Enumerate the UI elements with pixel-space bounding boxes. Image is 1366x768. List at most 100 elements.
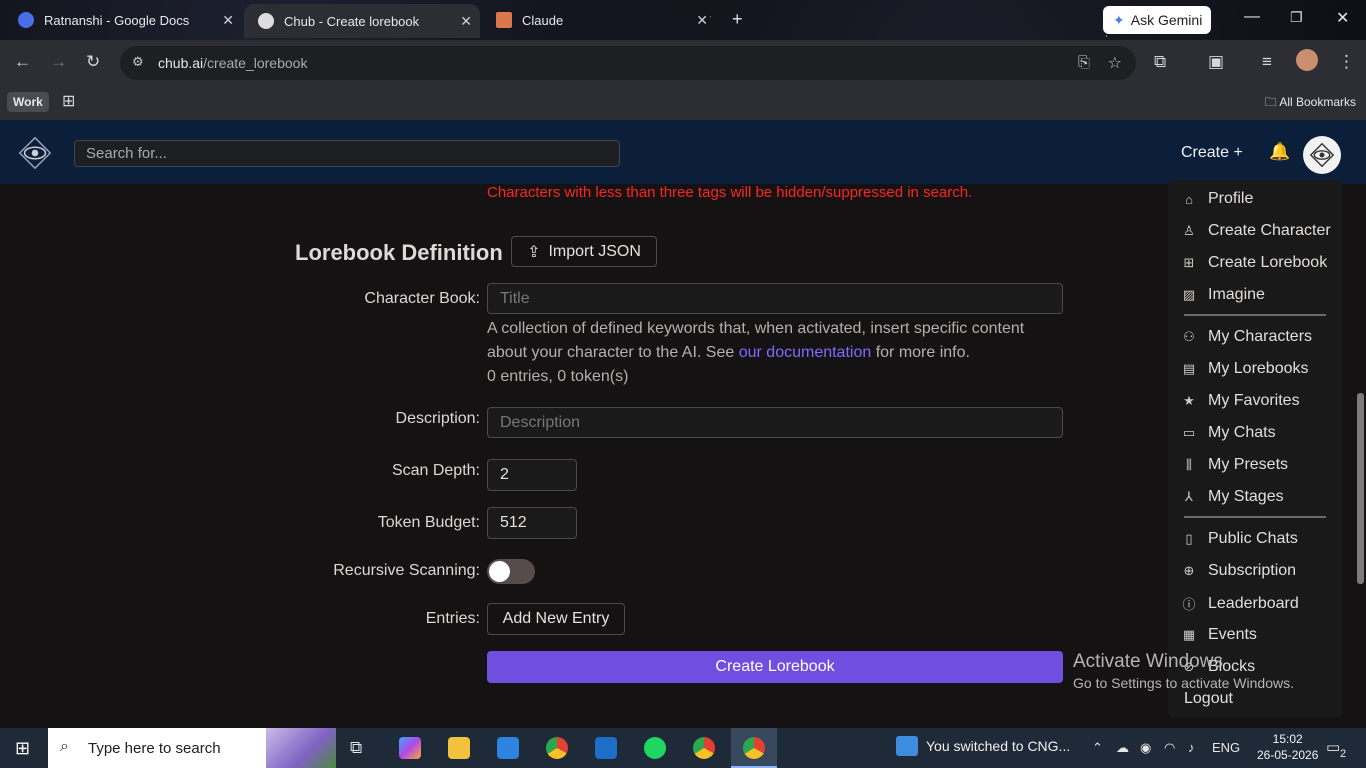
tags-warning: Characters with less than three tags wil…	[487, 184, 973, 201]
user-icon: ♙	[1183, 223, 1195, 238]
close-tab-icon[interactable]: ✕	[696, 12, 708, 29]
menu-item-leaderboard[interactable]: ⓘ Leaderboard	[1182, 594, 1299, 613]
menu-item-events[interactable]: ▦ Events	[1182, 626, 1257, 644]
menu-item-logout[interactable]: Logout	[1184, 690, 1233, 708]
windows-taskbar: ⊞ ⌕ Type here to search ⧉ You switched t…	[0, 728, 1366, 768]
menu-item-label: Profile	[1208, 190, 1254, 207]
title-input[interactable]: Title	[487, 283, 1063, 314]
chat-icon: ▭	[1182, 425, 1196, 440]
restore-icon[interactable]: ❐	[1290, 9, 1303, 26]
menu-item-create-character[interactable]: ♙ Create Character	[1182, 222, 1331, 240]
documentation-link[interactable]: our documentation	[739, 344, 872, 361]
install-app-icon[interactable]: ⎘	[1078, 54, 1090, 71]
menu-item-my-chats[interactable]: ▭ My Chats	[1182, 424, 1276, 442]
reload-icon[interactable]: ↻	[86, 52, 100, 72]
google-docs-icon	[18, 12, 34, 28]
menu-item-public-chats[interactable]: ▯ Public Chats	[1182, 530, 1298, 548]
claude-icon	[496, 12, 512, 28]
bookmark-star-icon[interactable]: ☆	[1108, 53, 1122, 73]
user-avatar[interactable]	[1303, 136, 1341, 174]
site-info-icon[interactable]: ⚙	[132, 54, 144, 70]
cast-icon[interactable]: ▣	[1208, 52, 1224, 72]
bookmark-group-work[interactable]: Work	[7, 92, 49, 112]
create-menu-button[interactable]: Create +	[1181, 144, 1243, 162]
windows-start-icon[interactable]: ⊞	[15, 738, 30, 759]
menu-item-label: Logout	[1184, 690, 1233, 707]
folder-icon: 🗀	[1264, 95, 1277, 109]
taskbar-search[interactable]: ⌕ Type here to search	[48, 728, 336, 768]
tab-chub[interactable]: Chub - Create lorebook ✕	[244, 4, 480, 38]
import-json-button[interactable]: ⇪ Import JSON	[511, 236, 657, 267]
token-budget-input[interactable]: 512	[487, 507, 577, 539]
microsoft-store-icon[interactable]	[497, 737, 519, 759]
extensions-icon[interactable]: ⧉	[1154, 52, 1166, 72]
camera-icon[interactable]: ◉	[1140, 740, 1151, 756]
chrome-profile-icon[interactable]	[693, 737, 715, 759]
show-hidden-icons[interactable]: ⌃	[1092, 740, 1103, 756]
menu-item-label: My Favorites	[1208, 392, 1300, 409]
ask-gemini-button[interactable]: ✦ Ask Gemini	[1103, 6, 1211, 34]
scan-depth-input[interactable]: 2	[487, 459, 577, 491]
chrome-icon[interactable]	[546, 737, 568, 759]
back-icon[interactable]: ←	[14, 52, 31, 72]
volume-icon[interactable]: ♪	[1188, 740, 1195, 755]
file-explorer-icon[interactable]	[448, 737, 470, 759]
language-indicator[interactable]: ENG	[1212, 740, 1240, 755]
menu-item-my-characters[interactable]: ⚇ My Characters	[1182, 328, 1312, 346]
apps-grid-icon[interactable]: ⊞	[62, 91, 75, 111]
tab-claude[interactable]: Claude ✕	[496, 6, 712, 34]
url-path: /create_lorebook	[203, 55, 308, 71]
minimize-icon[interactable]: —	[1244, 8, 1260, 26]
browser-menu-icon[interactable]: ⋮	[1338, 52, 1355, 72]
add-new-entry-button[interactable]: Add New Entry	[487, 603, 625, 635]
page-scrollbar[interactable]	[1357, 393, 1364, 584]
taskbar-notification[interactable]: You switched to CNG...	[896, 736, 1070, 756]
tab-google-docs[interactable]: Ratnanshi - Google Docs ✕	[18, 6, 238, 34]
bell-icon[interactable]: 🔔	[1269, 142, 1290, 162]
menu-item-imagine[interactable]: ▨ Imagine	[1182, 286, 1265, 304]
address-bar[interactable]: ⚙ chub.ai/create_lorebook ⎘ ☆	[120, 46, 1136, 80]
outlook-icon[interactable]	[595, 737, 617, 759]
wifi-icon[interactable]: ◠	[1164, 740, 1175, 756]
main-content: Characters with less than three tags wil…	[0, 184, 1366, 728]
all-bookmarks[interactable]: 🗀 All Bookmarks	[1265, 93, 1356, 114]
new-tab-button[interactable]: +	[732, 9, 743, 30]
users-icon: ⚇	[1183, 329, 1195, 344]
menu-item-my-presets[interactable]: ⫼ My Presets	[1182, 456, 1288, 474]
forward-icon[interactable]: →	[50, 52, 67, 72]
description-input[interactable]: Description	[487, 407, 1063, 438]
close-tab-icon[interactable]: ✕	[222, 12, 234, 29]
task-view-icon[interactable]: ⧉	[350, 738, 372, 760]
image-icon: ▨	[1182, 287, 1196, 302]
menu-item-create-lorebook[interactable]: ⊞ Create Lorebook	[1182, 254, 1328, 272]
menu-item-label: My Characters	[1208, 328, 1313, 345]
menu-item-subscription[interactable]: ⊕ Subscription	[1182, 562, 1297, 580]
onedrive-icon[interactable]: ☁	[1116, 740, 1129, 756]
media-control-icon[interactable]: ≡	[1262, 52, 1272, 72]
tab-label: Chub - Create lorebook	[284, 13, 420, 29]
bookmarks-bar: Work ⊞ 🗀 All Bookmarks	[0, 86, 1366, 120]
close-window-icon[interactable]: ✕	[1336, 8, 1349, 28]
search-input[interactable]: Search for...	[74, 140, 620, 167]
menu-item-label: Leaderboard	[1208, 594, 1299, 612]
chub-logo-icon[interactable]	[16, 134, 54, 172]
activate-subtitle: Go to Settings to activate Windows.	[1073, 675, 1294, 691]
menu-item-my-favorites[interactable]: ★ My Favorites	[1182, 392, 1300, 410]
notification-center-icon[interactable]: ▭	[1326, 738, 1340, 756]
stage-icon: ⅄	[1185, 489, 1193, 504]
close-tab-icon[interactable]: ✕	[460, 13, 472, 30]
recursive-scanning-toggle[interactable]	[487, 559, 535, 584]
create-lorebook-button[interactable]: Create Lorebook	[487, 651, 1063, 683]
url-host: chub.ai	[158, 55, 204, 71]
copilot-icon[interactable]	[399, 737, 421, 759]
menu-item-my-stages[interactable]: ⅄ My Stages	[1182, 488, 1284, 506]
menu-item-label: Public Chats	[1208, 530, 1298, 547]
spotify-icon[interactable]	[644, 737, 666, 759]
profile-avatar[interactable]	[1296, 49, 1318, 71]
sliders-icon: ⫼	[1186, 457, 1192, 472]
chrome-active-icon[interactable]	[743, 737, 765, 759]
clock-date: 26-05-2026	[1257, 748, 1319, 762]
system-clock[interactable]: 15:02 26-05-2026	[1257, 731, 1318, 763]
menu-item-my-lorebooks[interactable]: ▤ My Lorebooks	[1182, 360, 1309, 378]
menu-item-profile[interactable]: ⌂ Profile	[1182, 190, 1253, 208]
